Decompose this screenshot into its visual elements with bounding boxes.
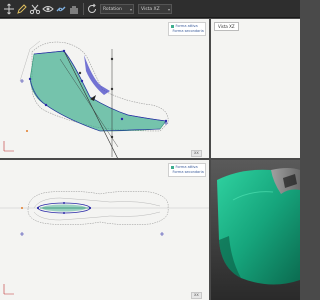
chevron-down-icon: ▾: [129, 7, 132, 12]
legend: Forma attiva Forma secondaria: [168, 22, 206, 36]
toolbar-separator: [83, 3, 84, 15]
viewport-top[interactable]: Forma attiva Forma secondaria XX: [0, 160, 209, 300]
pencil-icon[interactable]: [16, 3, 28, 15]
chevron-down-icon: ▾: [167, 7, 170, 12]
viewport-side[interactable]: Forma attiva Forma secondaria XX: [0, 19, 209, 158]
viewport-front[interactable]: Vista XZ: [211, 19, 300, 158]
viewport-corner-tag[interactable]: XX: [191, 150, 202, 157]
side-view-drawing: [3, 40, 169, 158]
legend-label: Forma secondaria: [172, 170, 204, 174]
legend: Forma attiva Forma secondaria: [168, 163, 206, 177]
scissors-icon[interactable]: [29, 3, 41, 15]
move-icon[interactable]: [3, 3, 15, 15]
transform-mode-value: Rotation: [103, 7, 122, 12]
legend-item: Forma secondaria: [171, 29, 204, 34]
top-view-drawing: [0, 191, 209, 295]
3d-shape-render: [211, 160, 300, 300]
legend-label: Forma secondaria: [172, 29, 204, 33]
legend-swatch: [171, 25, 174, 28]
view-select[interactable]: Vista XZ ▾: [138, 4, 172, 14]
rotate-icon[interactable]: [86, 3, 98, 15]
view-select-value: Vista XZ: [141, 7, 160, 12]
transform-mode-select[interactable]: Rotation ▾: [100, 4, 134, 14]
eye-icon[interactable]: [42, 3, 54, 15]
top-toolbar: Rotation ▾ Vista XZ ▾: [0, 0, 300, 18]
viewport-3d[interactable]: [211, 160, 300, 300]
viewport-corner-tag[interactable]: XX: [191, 292, 202, 299]
viewport-label-text: Vista XZ: [218, 24, 235, 29]
hand-icon[interactable]: [68, 3, 80, 15]
link-icon[interactable]: [55, 3, 67, 15]
legend-item: Forma secondaria: [171, 170, 204, 175]
viewport-label: Vista XZ: [214, 22, 239, 31]
legend-swatch: [171, 166, 174, 169]
